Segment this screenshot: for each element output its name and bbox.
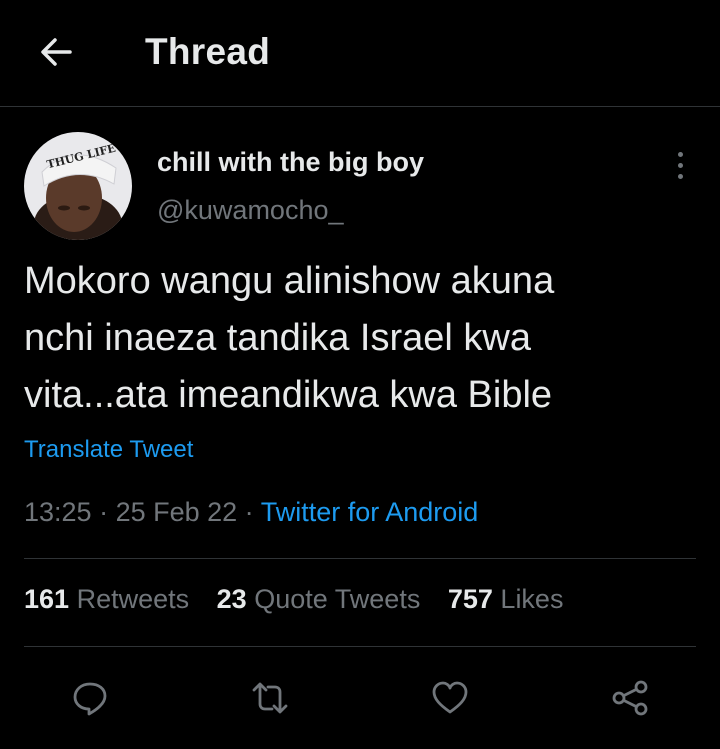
tweet-source-link[interactable]: Twitter for Android	[261, 497, 479, 527]
tweet-line: vita...ata imeandikwa kwa Bible	[24, 374, 553, 416]
avatar-image	[24, 132, 132, 240]
retweets-label: Retweets	[76, 584, 190, 614]
like-button[interactable]	[420, 668, 480, 728]
more-dot-icon	[677, 162, 683, 168]
more-options-button[interactable]	[664, 145, 696, 185]
tweet-line: Mokoro wangu alinishow akuna	[24, 260, 555, 302]
divider	[24, 646, 696, 647]
share-button[interactable]	[600, 668, 660, 728]
quote-tweets-label: Quote Tweets	[254, 584, 421, 614]
retweets-stat[interactable]: 161 Retweets	[24, 584, 189, 614]
more-dot-icon	[677, 151, 683, 157]
retweet-button[interactable]	[240, 668, 300, 728]
reply-icon	[73, 682, 107, 716]
quote-tweets-stat[interactable]: 23 Quote Tweets	[217, 584, 421, 614]
tweet-meta: 13:25 · 25 Feb 22 · Twitter for Android	[24, 497, 478, 528]
translate-tweet-link[interactable]: Translate Tweet	[24, 436, 193, 464]
meta-separator: ·	[91, 497, 116, 527]
like-icon	[432, 681, 468, 714]
avatar[interactable]: THUG LIFE	[24, 132, 132, 240]
tweet-date: 25 Feb 22	[115, 497, 238, 527]
likes-label: Likes	[500, 584, 564, 614]
page-title: Thread	[145, 31, 271, 72]
meta-separator: ·	[237, 497, 261, 527]
back-button[interactable]	[34, 30, 78, 74]
likes-stat[interactable]: 757 Likes	[448, 584, 564, 614]
more-dot-icon	[677, 173, 683, 179]
retweet-icon	[252, 682, 288, 714]
author-handle[interactable]: @kuwamocho_	[157, 195, 344, 226]
reply-button[interactable]	[60, 668, 120, 728]
tweet-line: nchi inaeza tandika Israel kwa	[24, 317, 531, 359]
author-name[interactable]: chill with the big boy	[157, 147, 424, 178]
divider	[24, 558, 696, 559]
quote-tweets-count: 23	[216, 584, 247, 614]
tweet-time: 13:25	[24, 497, 92, 527]
tweet-text: Mokoro wangu alinishow akuna nchi inaeza…	[24, 253, 696, 424]
likes-count: 757	[447, 584, 493, 614]
top-bar: Thread	[0, 0, 720, 107]
arrow-left-icon	[41, 38, 72, 66]
retweets-count: 161	[24, 584, 70, 614]
share-icon	[612, 680, 648, 716]
action-bar	[0, 668, 720, 728]
tweet-stats: 161 Retweets 23 Quote Tweets 757 Likes	[24, 584, 583, 615]
